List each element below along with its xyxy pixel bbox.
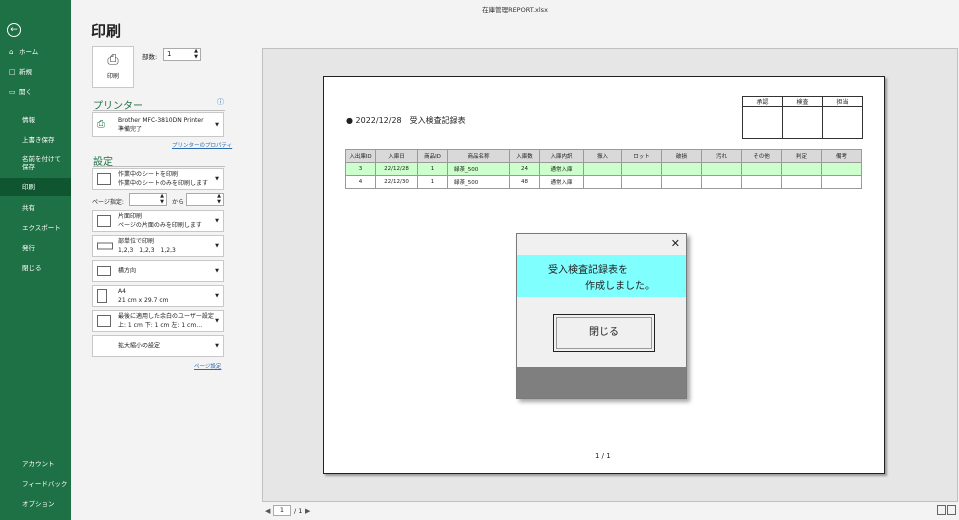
chevron-down-icon: ▼: [215, 176, 219, 182]
table-row: 4 22/12/30 1 緑茶_500 48 通常入庫: [345, 175, 862, 189]
printer-icon: ⎙: [107, 52, 119, 68]
current-page-input[interactable]: 1: [273, 505, 291, 516]
dialog-footer: [517, 367, 686, 398]
sidebar-item-export[interactable]: エクスポート: [0, 219, 71, 237]
chevron-down-icon: ▼: [215, 121, 219, 128]
pages-to-input[interactable]: ▲ ▼: [186, 193, 224, 206]
margins-icon: [97, 315, 111, 327]
table-header-row: 入出庫ID 入庫日 商品ID 商品名称 入庫数 入庫内訳 振入 ロット 破損 汚…: [345, 149, 862, 163]
print-range-dropdown[interactable]: 作業中のシートを印刷 作業中のシートのみを印刷します ▼: [92, 168, 224, 190]
page-title: 印刷: [91, 22, 122, 40]
sidebar-item-new[interactable]: □ 新規: [0, 63, 71, 81]
zoom-to-page-icon[interactable]: [947, 505, 956, 515]
spinner-icon[interactable]: ▲ ▼: [194, 48, 198, 60]
close-icon[interactable]: ✕: [671, 237, 680, 250]
preview-page-counter: 1 / 1: [595, 452, 611, 460]
chevron-down-icon: ▼: [215, 268, 219, 274]
margins-dropdown[interactable]: 最後に適用した余白のユーザー設定 上: 1 cm 下: 1 cm 左: 1 cm……: [92, 310, 224, 332]
show-margins-icon[interactable]: [937, 505, 946, 515]
page-setup-link[interactable]: ページ設定: [194, 362, 221, 370]
pages-from-input[interactable]: ▲ ▼: [129, 193, 167, 206]
printer-dropdown[interactable]: ⎙ Brother MFC-3810DN Printer 準備完了 ▼: [92, 112, 224, 137]
chevron-down-icon: ▼: [215, 218, 219, 224]
paper-size-dropdown[interactable]: A4 21 cm x 29.7 cm ▼: [92, 285, 224, 307]
sidebar-item-close[interactable]: 閉じる: [0, 259, 71, 277]
sidebar-item-save[interactable]: 上書き保存: [0, 131, 71, 149]
chevron-down-icon: ▼: [215, 343, 219, 349]
scaling-dropdown[interactable]: 拡大縮小の設定 ▼: [92, 335, 224, 357]
printer-ready-icon: ⎙: [97, 118, 105, 130]
copies-label: 部数:: [142, 53, 158, 61]
sidebar-item-home[interactable]: ⌂ ホーム: [0, 43, 71, 61]
one-sided-icon: [97, 215, 111, 227]
next-page-icon[interactable]: ▶: [305, 507, 310, 515]
window-title: 在庫管理REPORT.xlsx: [482, 6, 548, 14]
close-button[interactable]: 閉じる: [553, 314, 655, 352]
sidebar-item-account[interactable]: アカウント: [0, 455, 71, 473]
approval-stamp-table: 承認 検査 担当: [742, 96, 863, 139]
completion-dialog: ✕ 受入検査記録表を 作成しました。 閉じる: [516, 233, 687, 399]
table-row: 3 22/12/28 1 緑茶_500 24 通常入庫: [345, 162, 862, 176]
sidebar-item-share[interactable]: 共有: [0, 199, 71, 217]
dialog-message: 受入検査記録表を 作成しました。: [517, 255, 686, 297]
report-title: ● 2022/12/28 受入検査記録表: [346, 116, 466, 125]
sheet-grid-icon: [97, 173, 111, 185]
new-file-icon: □: [9, 68, 16, 76]
orientation-dropdown[interactable]: 横方向 ▼: [92, 260, 224, 282]
sidebar-item-save-as[interactable]: 名前を付けて保存: [0, 153, 64, 173]
sidebar-item-open[interactable]: ▭ 開く: [0, 83, 71, 101]
divider: [93, 166, 225, 167]
divider: [93, 110, 225, 111]
sidebar-item-options[interactable]: オプション: [0, 495, 71, 513]
sides-dropdown[interactable]: 片面印刷 ページの片面のみを印刷します ▼: [92, 210, 224, 232]
home-icon: ⌂: [9, 48, 14, 56]
info-icon[interactable]: ⓘ: [217, 97, 224, 107]
print-button[interactable]: ⎙ 印刷: [92, 46, 134, 88]
spinner-icon[interactable]: ▲ ▼: [160, 193, 164, 205]
pages-to-label: から: [172, 199, 185, 206]
back-arrow-icon[interactable]: ←: [7, 23, 21, 37]
spinner-icon[interactable]: ▲ ▼: [217, 193, 221, 205]
sidebar-item-info[interactable]: 情報: [0, 111, 71, 129]
sidebar-item-print[interactable]: 印刷: [0, 178, 71, 196]
printer-properties-link[interactable]: プリンターのプロパティ: [172, 141, 232, 149]
sidebar-item-publish[interactable]: 発行: [0, 239, 71, 257]
folder-icon: ▭: [9, 88, 16, 96]
chevron-down-icon: ▼: [215, 243, 219, 249]
collate-dropdown[interactable]: 部単位で印刷 1,2,3 1,2,3 1,2,3 ▼: [92, 235, 224, 257]
backstage-sidebar: ← ⌂ ホーム □ 新規 ▭ 開く 情報 上書き保存 名前を付けて保存 印刷 共有 エ…: [0, 0, 71, 520]
inspection-table: 入出庫ID 入庫日 商品ID 商品名称 入庫数 入庫内訳 振入 ロット 破損 汚…: [345, 149, 862, 189]
previous-page-icon[interactable]: ◀: [265, 507, 270, 515]
chevron-down-icon: ▼: [215, 318, 219, 324]
collate-icon: [97, 242, 113, 250]
chevron-down-icon: ▼: [215, 293, 219, 299]
paper-icon: [97, 289, 107, 303]
pages-label: ページ指定:: [92, 199, 124, 206]
landscape-icon: [97, 266, 111, 276]
total-pages: / 1: [294, 507, 303, 515]
copies-input[interactable]: 1 ▲ ▼: [163, 48, 201, 61]
sidebar-item-feedback[interactable]: フィードバック: [0, 475, 71, 493]
